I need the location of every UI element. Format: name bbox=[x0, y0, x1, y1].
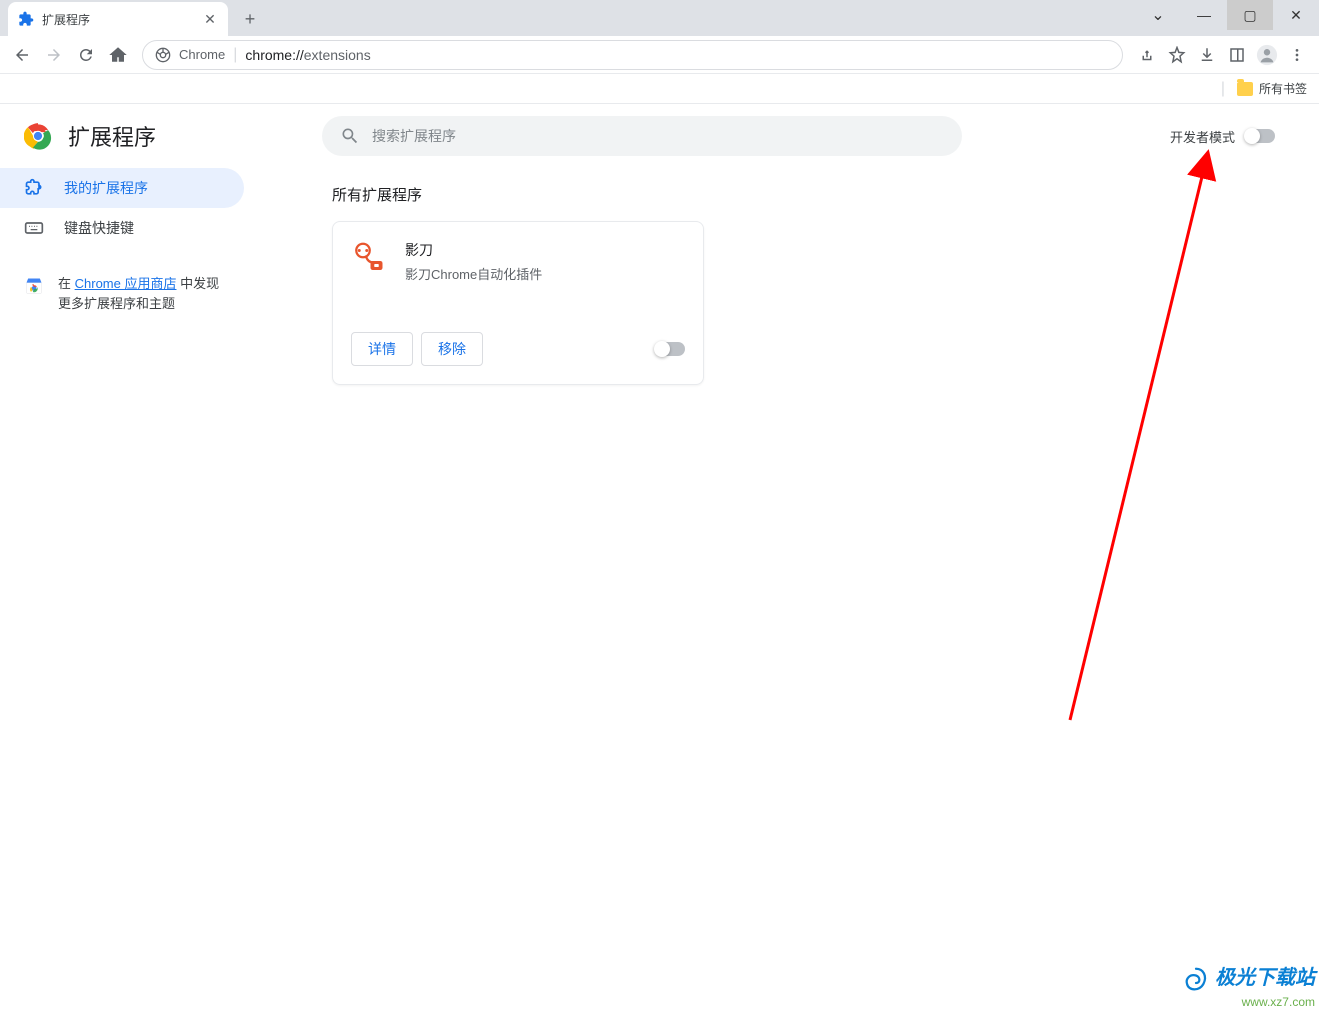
side-panel-icon[interactable] bbox=[1223, 41, 1251, 69]
watermark-text: 极光下载站 bbox=[1215, 967, 1315, 989]
close-button[interactable]: ✕ bbox=[1273, 0, 1319, 30]
extension-toggle[interactable] bbox=[655, 342, 685, 356]
chrome-logo-icon bbox=[24, 122, 52, 150]
window-controls: ⌄ — ▢ ✕ bbox=[1135, 0, 1319, 30]
sidebar-item-shortcuts[interactable]: 键盘快捷键 bbox=[0, 208, 244, 248]
sidebar: 我的扩展程序 键盘快捷键 在 Chrome 应用商店 中发现更多扩展程序和主题 bbox=[0, 104, 256, 1013]
keyboard-icon bbox=[24, 218, 44, 238]
profile-icon[interactable] bbox=[1253, 41, 1281, 69]
sidebar-promo: 在 Chrome 应用商店 中发现更多扩展程序和主题 bbox=[0, 258, 256, 329]
reload-button[interactable] bbox=[72, 41, 100, 69]
developer-mode-label: 开发者模式 bbox=[1170, 127, 1235, 146]
sidebar-item-my-extensions[interactable]: 我的扩展程序 bbox=[0, 168, 244, 208]
extension-app-icon bbox=[351, 240, 387, 276]
all-bookmarks-link[interactable]: 所有书签 bbox=[1259, 80, 1307, 97]
menu-icon[interactable] bbox=[1283, 41, 1311, 69]
content-area: 所有扩展程序 影刀 影刀Chrome自动化插件 bbox=[256, 104, 1319, 1013]
bookmark-star-icon[interactable] bbox=[1163, 41, 1191, 69]
search-input[interactable] bbox=[372, 128, 944, 144]
remove-button[interactable]: 移除 bbox=[421, 332, 483, 366]
address-bar[interactable]: Chrome | chrome://extensions bbox=[142, 40, 1123, 70]
address-label: Chrome bbox=[179, 47, 225, 62]
browser-tab[interactable]: 扩展程序 ✕ bbox=[8, 2, 228, 36]
extension-card: 影刀 影刀Chrome自动化插件 详情 移除 bbox=[332, 221, 704, 385]
extension-description: 影刀Chrome自动化插件 bbox=[405, 264, 685, 283]
window-titlebar: 扩展程序 ✕ + ⌄ — ▢ ✕ bbox=[0, 0, 1319, 36]
new-tab-button[interactable]: + bbox=[236, 5, 264, 33]
sidebar-item-label: 键盘快捷键 bbox=[64, 218, 134, 238]
tab-search-button[interactable]: ⌄ bbox=[1135, 0, 1181, 30]
puzzle-icon bbox=[24, 178, 44, 198]
bookmarks-bar: | 所有书签 bbox=[0, 74, 1319, 104]
maximize-button[interactable]: ▢ bbox=[1227, 0, 1273, 30]
search-icon bbox=[340, 126, 360, 146]
app-body: 我的扩展程序 键盘快捷键 在 Chrome 应用商店 中发现更多扩展程序和主题 … bbox=[0, 104, 1319, 1013]
watermark-url: www.xz7.com bbox=[1181, 995, 1315, 1009]
developer-mode-toggle[interactable] bbox=[1245, 129, 1275, 143]
tab-title: 扩展程序 bbox=[42, 11, 194, 28]
search-box[interactable] bbox=[322, 116, 962, 156]
page-title: 扩展程序 bbox=[68, 120, 156, 152]
chrome-icon bbox=[155, 47, 171, 63]
sidebar-item-label: 我的扩展程序 bbox=[64, 178, 148, 198]
minimize-button[interactable]: — bbox=[1181, 0, 1227, 30]
watermark-logo-icon bbox=[1181, 965, 1211, 995]
address-separator: | bbox=[233, 46, 237, 64]
extension-icon bbox=[18, 11, 34, 27]
bookmark-separator: | bbox=[1221, 80, 1225, 98]
developer-mode: 开发者模式 bbox=[1170, 127, 1275, 146]
tab-close-icon[interactable]: ✕ bbox=[202, 11, 218, 27]
section-title: 所有扩展程序 bbox=[332, 184, 1319, 205]
page-header: 扩展程序 开发者模式 bbox=[0, 104, 1319, 168]
home-button[interactable] bbox=[104, 41, 132, 69]
watermark: 极光下载站 www.xz7.com bbox=[1181, 961, 1315, 1009]
details-button[interactable]: 详情 bbox=[351, 332, 413, 366]
share-icon[interactable] bbox=[1133, 41, 1161, 69]
extension-name: 影刀 bbox=[405, 240, 685, 260]
folder-icon bbox=[1237, 82, 1253, 96]
back-button[interactable] bbox=[8, 41, 36, 69]
browser-toolbar: Chrome | chrome://extensions bbox=[0, 36, 1319, 74]
forward-button[interactable] bbox=[40, 41, 68, 69]
chrome-webstore-link[interactable]: Chrome 应用商店 bbox=[75, 276, 177, 291]
downloads-icon[interactable] bbox=[1193, 41, 1221, 69]
address-url: chrome://extensions bbox=[245, 47, 370, 63]
promo-prefix: 在 bbox=[58, 276, 75, 291]
webstore-icon bbox=[24, 276, 44, 296]
